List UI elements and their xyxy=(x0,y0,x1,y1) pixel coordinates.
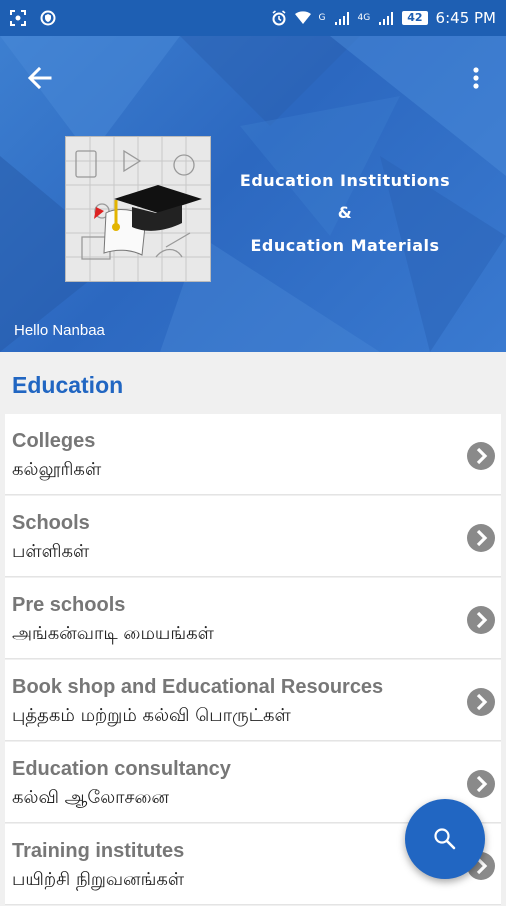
search-icon xyxy=(434,828,456,850)
section-title: Education xyxy=(12,372,124,398)
status-bar: G 4G 42 6:45 PM xyxy=(0,0,506,36)
item-title-tamil: பள்ளிகள் xyxy=(12,541,90,562)
alarm-icon xyxy=(272,10,286,26)
item-title-tamil: பயிற்சி நிறுவனங்கள் xyxy=(12,869,185,890)
item-title-english: Colleges xyxy=(12,430,96,452)
list-item-book-shop[interactable]: Book shop and Educational Resources புத்… xyxy=(5,660,501,741)
item-title-tamil: புத்தகம் மற்றும் கல்வி பொருட்கள் xyxy=(12,705,291,726)
back-arrow-icon[interactable] xyxy=(22,60,58,96)
item-title-english: Schools xyxy=(12,512,90,534)
battery-icon: 42 xyxy=(402,11,428,25)
chevron-right-icon xyxy=(467,524,495,552)
screenshot-icon xyxy=(10,10,26,26)
item-title-tamil: அங்கன்வாடி மையங்கள் xyxy=(12,623,214,644)
item-title-english: Education consultancy xyxy=(12,758,231,780)
chevron-right-icon xyxy=(467,688,495,716)
signal-icon xyxy=(379,12,394,25)
network-label-2: 4G xyxy=(357,13,371,23)
list-item-schools[interactable]: Schools பள்ளிகள் xyxy=(5,496,501,577)
graduation-cap-icon xyxy=(66,137,210,281)
banner-title-line-3: Education Materials xyxy=(250,236,440,255)
overflow-menu-icon[interactable] xyxy=(466,60,486,96)
item-title-english: Book shop and Educational Resources xyxy=(12,676,384,698)
search-fab-button[interactable] xyxy=(405,799,485,879)
banner-title-line-1: Education Institutions xyxy=(239,171,451,190)
status-time: 6:45 PM xyxy=(435,9,496,27)
list-item-pre-schools[interactable]: Pre schools அங்கன்வாடி மையங்கள் xyxy=(5,578,501,659)
network-label-1: G xyxy=(318,13,326,23)
chevron-right-icon xyxy=(467,606,495,634)
chevron-right-icon xyxy=(467,770,495,798)
list-item-colleges[interactable]: Colleges கல்லூரிகள் xyxy=(5,414,501,495)
item-title-english: Training institutes xyxy=(12,840,185,862)
chevron-right-icon xyxy=(467,442,495,470)
header-banner: Education Institutions & Education Mater… xyxy=(0,36,506,352)
shield-icon xyxy=(40,10,56,26)
item-title-english: Pre schools xyxy=(12,594,126,616)
item-title-tamil: கல்லூரிகள் xyxy=(12,459,102,480)
signal-icon xyxy=(334,12,349,25)
wifi-icon xyxy=(294,11,311,24)
greeting-text: Hello Nanbaa xyxy=(14,322,105,339)
banner-title-line-2: & xyxy=(337,203,353,222)
education-logo xyxy=(65,136,211,282)
item-title-tamil: கல்வி ஆலோசனை xyxy=(12,787,169,808)
